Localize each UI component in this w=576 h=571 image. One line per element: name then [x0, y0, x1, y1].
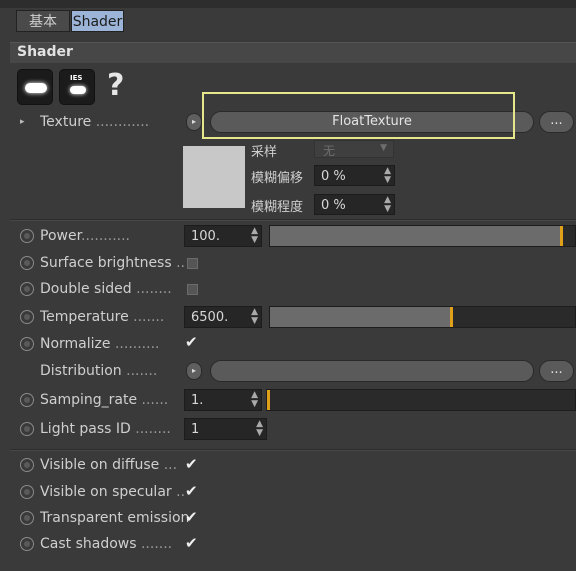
- section-title: Shader: [17, 44, 73, 60]
- texture-link-arrow-button[interactable]: ▸: [186, 113, 202, 131]
- surface-brightness-radio[interactable]: [20, 256, 34, 270]
- blur-offset-field[interactable]: 0 % ▲ ▼: [314, 165, 395, 186]
- help-icon[interactable]: ?: [107, 68, 124, 103]
- ies-light-icon: [70, 86, 86, 94]
- double-sided-label: Double sided ........: [40, 281, 172, 297]
- distribution-label: Distribution .......: [40, 363, 158, 379]
- power-animate-radio[interactable]: [20, 229, 34, 243]
- sampling-value: 无: [323, 144, 336, 158]
- light-pass-id-field[interactable]: 1 ▲ ▼: [184, 418, 267, 440]
- samping-rate-value: 1.: [191, 393, 204, 408]
- samping-rate-radio[interactable]: [20, 393, 34, 407]
- texture-preview-swatch: [183, 146, 245, 208]
- temperature-value: 6500.: [191, 310, 229, 325]
- double-sided-checkbox[interactable]: [187, 284, 198, 295]
- distribution-link-arrow-button[interactable]: ▸: [186, 362, 202, 380]
- normalize-label: Normalize ..........: [40, 336, 160, 352]
- transparent-emission-radio[interactable]: [20, 511, 34, 525]
- divider: [10, 449, 576, 451]
- light-pass-id-value: 1: [191, 422, 200, 437]
- expand-arrow-icon[interactable]: ▸: [20, 117, 25, 127]
- power-slider[interactable]: [269, 225, 576, 247]
- spinner-icon[interactable]: ▲ ▼: [251, 308, 258, 326]
- samping-rate-slider[interactable]: [266, 389, 576, 411]
- chevron-down-icon: ▼: [380, 143, 387, 153]
- power-value: 100.: [191, 229, 220, 244]
- tab-basic[interactable]: 基本: [16, 10, 70, 32]
- sampling-dropdown[interactable]: 无 ▼: [314, 140, 394, 158]
- temperature-field[interactable]: 6500. ▲ ▼: [184, 306, 262, 328]
- light-pass-id-radio[interactable]: [20, 422, 34, 436]
- transparent-emission-label: Transparent emission: [40, 510, 190, 526]
- spinner-icon[interactable]: ▲ ▼: [251, 391, 258, 409]
- temperature-slider[interactable]: [269, 306, 576, 328]
- blur-scale-field[interactable]: 0 % ▲ ▼: [314, 194, 395, 215]
- cast-shadows-label: Cast shadows .......: [40, 536, 173, 552]
- transparent-emission-checkbox[interactable]: ✔: [185, 508, 198, 526]
- cast-shadows-checkbox[interactable]: ✔: [185, 534, 198, 552]
- temperature-radio[interactable]: [20, 310, 34, 324]
- ies-light-button[interactable]: IES: [59, 69, 95, 105]
- slider-fill: [270, 307, 453, 327]
- distribution-button[interactable]: [210, 360, 534, 382]
- sampling-label: 采样: [251, 145, 278, 160]
- normalize-radio[interactable]: [20, 337, 34, 351]
- tab-shader[interactable]: Shader: [71, 10, 124, 32]
- power-field[interactable]: 100. ▲ ▼: [184, 225, 262, 247]
- visible-on-specular-checkbox[interactable]: ✔: [185, 482, 198, 500]
- visible-on-specular-radio[interactable]: [20, 485, 34, 499]
- slider-fill: [270, 226, 563, 246]
- area-light-shape-button[interactable]: [17, 69, 53, 105]
- texture-more-button[interactable]: ...: [539, 111, 574, 133]
- samping-rate-field[interactable]: 1. ▲ ▼: [184, 389, 262, 411]
- blur-scale-value: 0 %: [321, 198, 346, 213]
- double-sided-radio[interactable]: [20, 282, 34, 296]
- visible-on-diffuse-checkbox[interactable]: ✔: [185, 455, 198, 473]
- blur-offset-label: 模糊偏移: [251, 171, 304, 186]
- texture-label: Texture ............: [40, 114, 150, 130]
- slider-marker[interactable]: [450, 307, 453, 327]
- spinner-icon[interactable]: ▲ ▼: [384, 196, 391, 214]
- ies-icon-label: IES: [70, 74, 83, 82]
- surface-brightness-checkbox[interactable]: [187, 258, 198, 269]
- temperature-label: Temperature .......: [40, 309, 165, 325]
- samping-rate-label: Samping_rate ......: [40, 392, 169, 408]
- visible-on-specular-label: Visible on specular ..: [40, 484, 186, 500]
- slider-marker[interactable]: [560, 226, 563, 246]
- spinner-icon[interactable]: ▲ ▼: [384, 167, 391, 185]
- cast-shadows-radio[interactable]: [20, 537, 34, 551]
- spinner-icon[interactable]: ▲ ▼: [251, 227, 258, 245]
- spinner-icon[interactable]: ▲ ▼: [256, 420, 263, 438]
- light-pass-id-label: Light pass ID ........: [40, 421, 171, 437]
- divider: [10, 219, 576, 221]
- area-light-icon: [25, 83, 47, 93]
- surface-brightness-label: Surface brightness ..: [40, 255, 185, 271]
- visible-on-diffuse-label: Visible on diffuse ...: [40, 457, 178, 473]
- power-label: Power...........: [40, 228, 130, 244]
- blur-scale-label: 模糊程度: [251, 200, 304, 215]
- highlight-box: [202, 92, 515, 139]
- visible-on-diffuse-radio[interactable]: [20, 458, 34, 472]
- shader-section-header: Shader: [10, 42, 576, 63]
- blur-offset-value: 0 %: [321, 169, 346, 184]
- normalize-checkbox[interactable]: ✔: [185, 333, 198, 351]
- slider-marker[interactable]: [267, 390, 270, 410]
- top-strip: [0, 0, 576, 8]
- distribution-more-button[interactable]: ...: [539, 360, 574, 382]
